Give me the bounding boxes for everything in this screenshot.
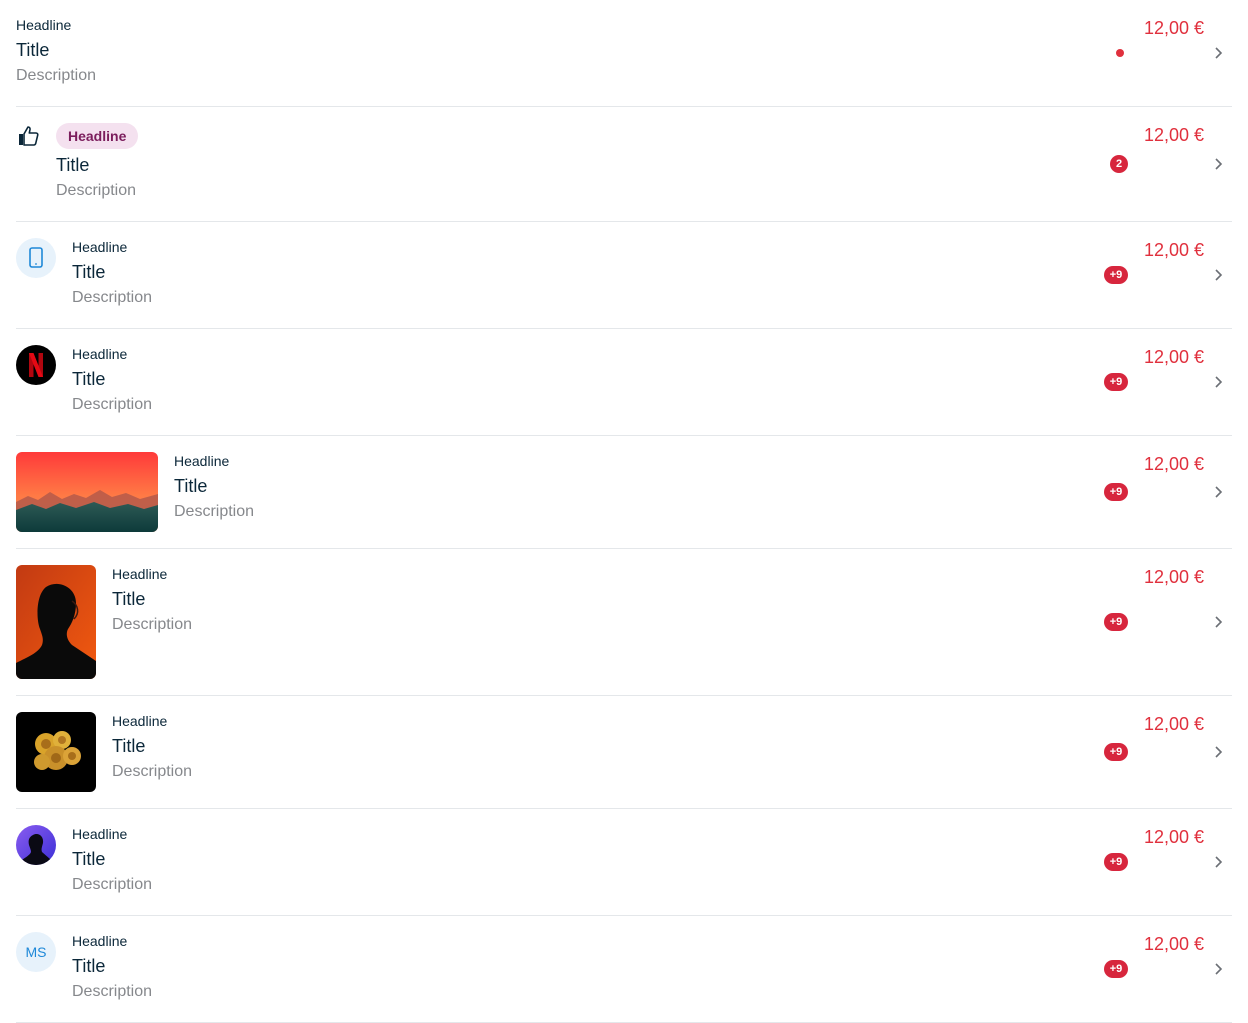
price: 12,00 € <box>1143 567 1204 587</box>
price: 12,00 € <box>1143 125 1204 145</box>
title: Title <box>174 476 208 496</box>
portrait-image <box>16 565 96 679</box>
title: Title <box>16 40 50 60</box>
count-badge: +9 <box>1104 373 1128 391</box>
unread-dot <box>1116 49 1124 57</box>
price: 12,00 € <box>1143 454 1204 474</box>
count-badge: 2 <box>1110 155 1128 173</box>
list-item-content: Headline Title Description <box>16 15 96 89</box>
count-badge: +9 <box>1104 960 1128 978</box>
headline: Headline <box>174 453 230 469</box>
list-item[interactable]: Headline Title Description 12,00 € <box>16 0 1232 107</box>
price: 12,00 € <box>1143 714 1204 734</box>
list-item[interactable]: Headline Title Description +9 12,00 € <box>16 809 1232 916</box>
description: Description <box>72 396 153 413</box>
price: 12,00 € <box>1143 18 1204 38</box>
list-item[interactable]: Headline Title Description 2 12,00 € <box>16 107 1232 222</box>
list-item[interactable]: Headline Title Description +9 12,00 € <box>16 696 1232 809</box>
roses-image <box>16 712 96 792</box>
list-item[interactable]: Headline Title Description +9 12,00 € <box>16 549 1232 696</box>
list-item-content: Headline Title Description <box>72 344 152 418</box>
count-badge: +9 <box>1104 266 1128 284</box>
title: Title <box>56 155 90 175</box>
mobile-phone-icon <box>16 238 56 278</box>
chevron-right-icon <box>1215 963 1223 975</box>
initials-avatar: MS <box>16 932 56 972</box>
headline: Headline <box>112 566 168 582</box>
chevron-right-icon <box>1215 47 1223 59</box>
list-item-content: Headline Title Description <box>112 711 192 785</box>
avatar-image <box>16 825 56 865</box>
thumbs-up-icon <box>19 126 39 146</box>
headline: Headline <box>112 713 168 729</box>
description: Description <box>174 503 255 520</box>
title: Title <box>72 849 106 869</box>
list-item[interactable]: Headline Title Description +9 12,00 € <box>16 436 1232 549</box>
description: Description <box>56 182 137 199</box>
list-item-content: Headline Title Description <box>72 931 152 1005</box>
headline: Headline <box>72 239 128 255</box>
headline: Headline <box>72 933 128 949</box>
list-item-content: Headline Title Description <box>56 123 139 204</box>
list-item-content: Headline Title Description <box>72 824 152 898</box>
chevron-right-icon <box>1215 856 1223 868</box>
description: Description <box>112 616 193 633</box>
headline: Headline <box>72 826 128 842</box>
title: Title <box>72 262 106 282</box>
description: Description <box>112 763 193 780</box>
headline-tag: Headline <box>56 123 139 149</box>
chevron-right-icon <box>1215 616 1223 628</box>
price: 12,00 € <box>1143 347 1204 367</box>
list-item[interactable]: MS Headline Title Description +9 12,00 € <box>16 916 1232 1023</box>
price: 12,00 € <box>1143 827 1204 847</box>
chevron-right-icon <box>1215 376 1223 388</box>
list-item-content: Headline Title Description <box>174 451 254 525</box>
description: Description <box>72 876 153 893</box>
count-badge: +9 <box>1104 853 1128 871</box>
count-badge: +9 <box>1104 483 1128 501</box>
title: Title <box>72 369 106 389</box>
chevron-right-icon <box>1215 269 1223 281</box>
title: Title <box>72 956 106 976</box>
count-badge: +9 <box>1104 743 1128 761</box>
price: 12,00 € <box>1143 240 1204 260</box>
description: Description <box>16 67 97 84</box>
price: 12,00 € <box>1143 934 1204 954</box>
title: Title <box>112 589 146 609</box>
count-badge: +9 <box>1104 613 1128 631</box>
list-item-content: Headline Title Description <box>72 237 152 311</box>
headline: Headline <box>72 346 128 362</box>
chevron-right-icon <box>1215 486 1223 498</box>
list-item[interactable]: Headline Title Description +9 12,00 € <box>16 222 1232 329</box>
list-item-content: Headline Title Description <box>112 564 192 638</box>
title: Title <box>112 736 146 756</box>
description: Description <box>72 983 153 1000</box>
chevron-right-icon <box>1215 158 1223 170</box>
description: Description <box>72 289 153 306</box>
netflix-logo-icon <box>16 345 56 385</box>
landscape-image <box>16 452 158 532</box>
headline: Headline <box>16 17 72 33</box>
chevron-right-icon <box>1215 746 1223 758</box>
list-item[interactable]: Headline Title Description +9 12,00 € <box>16 329 1232 436</box>
